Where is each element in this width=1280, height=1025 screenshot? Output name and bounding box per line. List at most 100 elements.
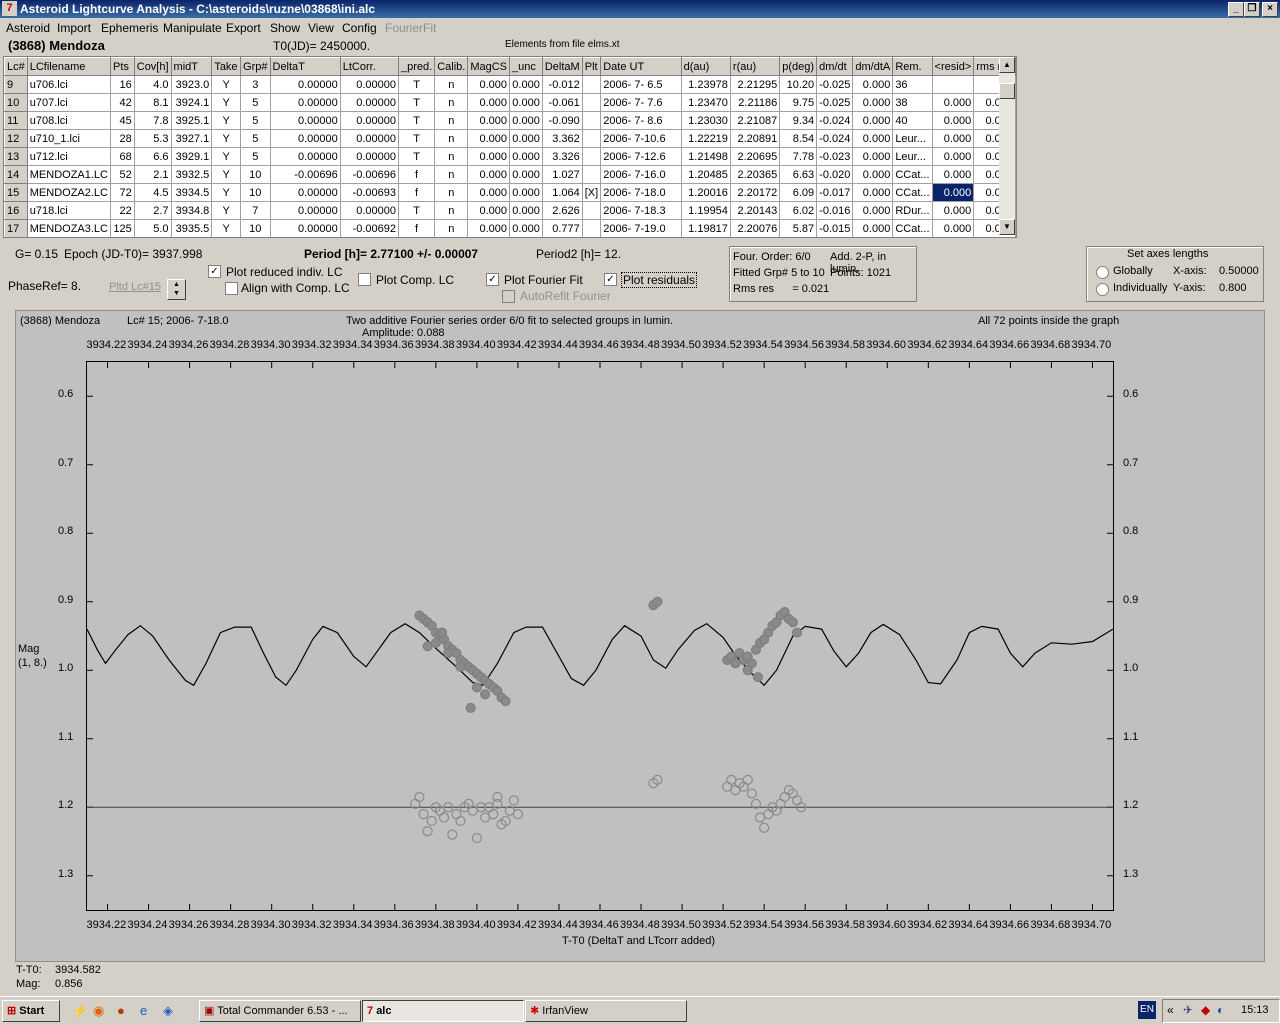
table-cell[interactable]: 0.000 (467, 147, 510, 166)
network-icon[interactable]: ✈ (1183, 1003, 1193, 1017)
table-cell[interactable]: CCat... (892, 219, 933, 237)
table-cell[interactable]: CCat... (892, 183, 933, 202)
table-cell[interactable]: 0.00000 (269, 111, 341, 130)
row-number[interactable]: 16 (4, 201, 28, 220)
row-number[interactable]: 13 (4, 147, 28, 166)
column-header[interactable]: DeltaT (269, 57, 341, 76)
column-header[interactable]: MagCS (467, 57, 510, 76)
table-cell[interactable]: 3925.1 (170, 111, 213, 130)
table-cell[interactable]: 3935.5 (170, 219, 213, 237)
table-cell[interactable]: 2006- 7-18.3 (600, 201, 682, 220)
table-cell[interactable]: 2006- 7-12.6 (600, 147, 682, 166)
table-cell[interactable]: T (397, 111, 436, 130)
table-cell[interactable] (581, 147, 602, 166)
menu-view[interactable]: View (308, 21, 334, 35)
table-cell[interactable]: 0.00000 (339, 129, 399, 148)
table-cell[interactable]: n (434, 183, 469, 202)
table-cell[interactable]: 3.326 (541, 147, 583, 166)
table-cell[interactable]: 0.000 (509, 219, 543, 237)
table-cell[interactable]: CCat... (892, 165, 933, 184)
table-cell[interactable]: f (397, 219, 436, 237)
table-cell[interactable]: MENDOZA3.LC (26, 219, 112, 237)
start-button[interactable]: ⊞ Start (2, 1000, 60, 1022)
column-header[interactable]: dm/dtA (852, 57, 894, 76)
table-cell[interactable]: Y (211, 75, 242, 94)
table-cell[interactable]: 3932.5 (170, 165, 213, 184)
column-header[interactable]: Cov[h] (133, 57, 172, 76)
table-cell[interactable]: 5 (240, 147, 271, 166)
table-cell[interactable]: 0.000 (931, 93, 975, 112)
menu-fourierfit[interactable]: FourierFit (385, 21, 436, 35)
table-cell[interactable]: 0.000 (931, 111, 975, 130)
scroll-down-icon[interactable]: ▼ (999, 219, 1015, 235)
table-cell[interactable]: 10.20 (779, 75, 818, 94)
table-row[interactable]: 14 MENDOZA1.LC 52 2.1 3932.5 Y 10 -0.00696 -0.00… (4, 165, 1016, 184)
table-cell[interactable]: Y (211, 147, 242, 166)
table-cell[interactable]: 1.23470 (680, 93, 731, 112)
table-row[interactable]: 10 u707.lci 42 8.1 3924.1 Y 5 0.00000 0.00000 Tn 0… (4, 93, 1016, 112)
table-cell[interactable]: Y (211, 201, 242, 220)
table-cell[interactable]: T (397, 93, 436, 112)
table-cell[interactable]: 8.1 (133, 93, 172, 112)
column-header[interactable]: _unc (509, 57, 543, 76)
table-cell[interactable]: f (397, 183, 436, 202)
table-cell[interactable]: 2.7 (133, 201, 172, 220)
row-number[interactable]: 14 (4, 165, 28, 184)
table-cell[interactable]: 0.777 (541, 219, 583, 237)
column-header[interactable]: Grp# (240, 57, 271, 76)
table-cell[interactable]: 0.000 (509, 165, 543, 184)
table-cell[interactable]: -0.025 (816, 75, 854, 94)
table-cell[interactable]: 2006- 7-18.0 (600, 183, 682, 202)
title-bar[interactable]: 7 Asteroid Lightcurve Analysis - C:\aste… (0, 0, 1280, 18)
table-cell[interactable]: T (397, 75, 436, 94)
table-cell[interactable]: Y (211, 129, 242, 148)
quicklaunch-alc-icon[interactable]: ⚡ (72, 1003, 88, 1019)
table-cell[interactable]: Y (211, 219, 242, 237)
table-cell[interactable]: 16 (110, 75, 135, 94)
table-cell[interactable]: 40 (892, 111, 933, 130)
plot-fourier-checkbox[interactable]: ✓ (486, 273, 499, 286)
lightcurve-plot[interactable] (86, 361, 1114, 911)
table-cell[interactable]: 1.23978 (680, 75, 731, 94)
table-cell[interactable] (581, 219, 602, 237)
table-cell[interactable]: u718.lci (26, 201, 112, 220)
table-cell[interactable]: Y (211, 111, 242, 130)
table-cell[interactable]: 36 (892, 75, 933, 94)
column-header[interactable]: Pts (110, 57, 135, 76)
taskbar-alc[interactable]: 7 alc (362, 1000, 524, 1022)
table-cell[interactable]: 0.000 (852, 111, 894, 130)
table-cell[interactable]: -0.00696 (339, 165, 399, 184)
table-cell[interactable]: 9.34 (779, 111, 818, 130)
column-header[interactable]: Plt (581, 57, 602, 76)
table-cell[interactable]: -0.015 (816, 219, 854, 237)
table-cell[interactable]: 9.75 (779, 93, 818, 112)
quicklaunch-ie-icon[interactable]: e (140, 1003, 147, 1018)
table-cell[interactable]: 8.54 (779, 129, 818, 148)
table-cell[interactable]: n (434, 201, 469, 220)
table-cell[interactable]: 1.19817 (680, 219, 731, 237)
table-cell[interactable] (581, 93, 602, 112)
table-cell[interactable]: 2.20695 (729, 147, 781, 166)
table-cell[interactable]: u710_1.lci (26, 129, 112, 148)
column-header[interactable]: LtCorr. (339, 57, 399, 76)
table-cell[interactable] (581, 75, 602, 94)
table-cell[interactable]: 0.000 (852, 219, 894, 237)
table-cell[interactable]: MENDOZA2.LC (26, 183, 112, 202)
table-cell[interactable]: 0.000 (509, 111, 543, 130)
table-cell[interactable]: Y (211, 183, 242, 202)
table-cell[interactable]: 0.00000 (339, 111, 399, 130)
table-cell[interactable]: 2.21087 (729, 111, 781, 130)
table-cell[interactable]: 0.00000 (339, 93, 399, 112)
plot-residuals-checkbox[interactable]: ✓ (604, 273, 617, 286)
table-cell[interactable]: 3923.0 (170, 75, 213, 94)
table-cell[interactable]: 68 (110, 147, 135, 166)
table-cell[interactable]: 0.000 (467, 165, 510, 184)
table-cell[interactable]: 3929.1 (170, 147, 213, 166)
column-header[interactable]: Date UT (600, 57, 682, 76)
table-cell[interactable]: 0.00000 (339, 75, 399, 94)
table-cell[interactable]: 0.00000 (269, 183, 341, 202)
plot-comp-checkbox[interactable] (358, 273, 371, 286)
column-header[interactable]: r(au) (729, 57, 781, 76)
language-indicator[interactable]: EN (1138, 1001, 1156, 1019)
column-header[interactable]: DeltaM (541, 57, 583, 76)
